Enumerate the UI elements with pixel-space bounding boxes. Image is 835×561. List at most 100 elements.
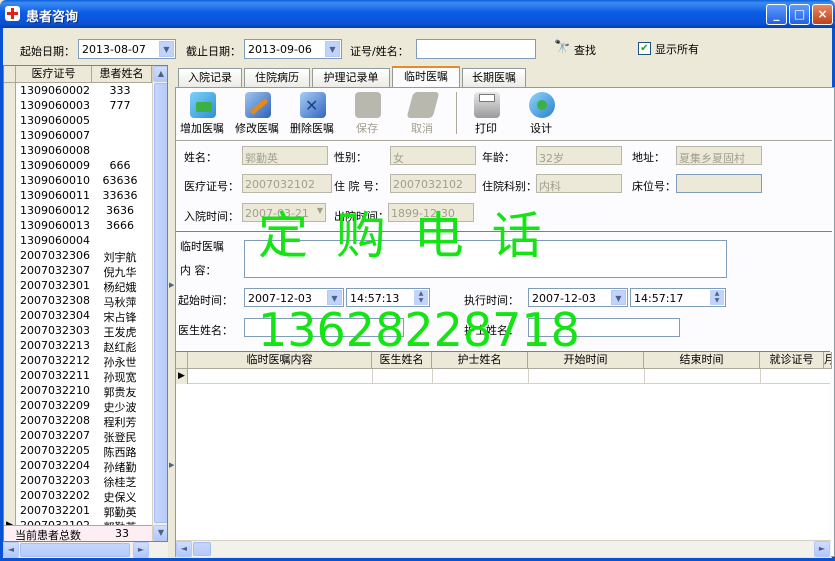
binoculars-icon[interactable]: 🔭 bbox=[554, 40, 570, 55]
exec-time-spinner[interactable]: 14:57:17 ▲ ▼ bbox=[630, 288, 726, 307]
patient-row[interactable]: 2007032308 马秋萍 bbox=[4, 293, 152, 309]
id-name-input[interactable] bbox=[416, 39, 536, 59]
print-button[interactable]: 打印 bbox=[460, 90, 512, 136]
spin-icon[interactable]: ▲ ▼ bbox=[710, 290, 724, 305]
admit-field: 2007-03-21 ▼ bbox=[242, 203, 326, 222]
nurse-input[interactable] bbox=[528, 318, 680, 337]
vertical-scrollbar[interactable]: ▲ ▼ bbox=[152, 66, 167, 541]
exec-date-combo[interactable]: 2007-12-03 ▼ bbox=[528, 288, 628, 307]
start-time-spinner[interactable]: 14:57:13 ▲ ▼ bbox=[346, 288, 430, 307]
patient-row[interactable]: 2007032307 倪九华 bbox=[4, 263, 152, 279]
tab-temporary-orders[interactable]: 临时医嘱 bbox=[392, 66, 460, 88]
tab-long-term-orders[interactable]: 长期医嘱 bbox=[462, 68, 526, 87]
scroll-right-icon[interactable]: ► bbox=[133, 542, 149, 558]
patient-row[interactable]: 1309060012 3636 bbox=[4, 203, 152, 218]
patient-row[interactable]: 1309060013 3666 bbox=[4, 218, 152, 233]
col-order-content[interactable]: 临时医嘱内容 bbox=[188, 352, 372, 369]
start-date-picker[interactable]: 2013-08-07 ▼ bbox=[78, 39, 176, 59]
search-button[interactable]: 查找 bbox=[574, 42, 596, 58]
hscroll-thumb[interactable] bbox=[193, 542, 211, 556]
row-indicator bbox=[4, 488, 16, 503]
left-hscrollbar[interactable]: ◄ ► bbox=[3, 542, 168, 558]
col-end-time[interactable]: 结束时间 bbox=[644, 352, 760, 369]
row-indicator bbox=[4, 143, 16, 158]
patient-row[interactable]: 2007032212 孙永世 bbox=[4, 353, 152, 369]
patient-list[interactable]: 医疗证号 患者姓名 1309060002 333 1309060003 777 1309… bbox=[3, 65, 168, 542]
scroll-thumb[interactable] bbox=[154, 83, 167, 523]
scroll-left-icon[interactable]: ◄ bbox=[3, 542, 19, 558]
patient-row[interactable]: 2007032201 郭勤英 bbox=[4, 503, 152, 519]
chevron-down-icon[interactable]: ▼ bbox=[611, 290, 626, 305]
sex-label: 性别： bbox=[334, 151, 367, 164]
save-button[interactable]: 保存 bbox=[341, 90, 393, 136]
patient-medical-id: 1309060013 bbox=[20, 219, 90, 232]
header-indicator bbox=[4, 66, 16, 83]
patient-row[interactable]: 1309060003 777 bbox=[4, 98, 152, 113]
patient-row[interactable]: 2007032208 程利芳 bbox=[4, 413, 152, 429]
start-date-combo[interactable]: 2007-12-03 ▼ bbox=[244, 288, 344, 307]
col-nurse[interactable]: 护士姓名 bbox=[432, 352, 528, 369]
patient-row[interactable]: 1309060010 63636 bbox=[4, 173, 152, 188]
patient-row[interactable]: 1309060009 666 bbox=[4, 158, 152, 173]
maximize-button[interactable]: □ bbox=[789, 4, 810, 25]
spin-icon[interactable]: ▲ ▼ bbox=[414, 290, 428, 305]
bed-field[interactable] bbox=[676, 174, 762, 193]
scroll-up-icon[interactable]: ▲ bbox=[153, 66, 167, 82]
patient-row[interactable]: 2007032306 刘宇航 bbox=[4, 248, 152, 264]
delete-order-button[interactable]: ✕ 删除医嘱 bbox=[286, 90, 338, 136]
patient-row[interactable]: 1309060005 bbox=[4, 113, 152, 128]
close-button[interactable]: × bbox=[812, 4, 833, 25]
window-title: 患者咨询 bbox=[26, 10, 79, 25]
patient-row[interactable]: 2007032301 杨纪娥 bbox=[4, 278, 152, 294]
show-all-checkbox[interactable]: ✔ bbox=[638, 42, 651, 55]
patient-row[interactable]: 2007032211 孙现宽 bbox=[4, 368, 152, 384]
tab-admission-record[interactable]: 入院记录 bbox=[178, 68, 242, 87]
patient-medical-id: 2007032306 bbox=[20, 249, 90, 262]
patient-row[interactable]: 2007032202 史保义 bbox=[4, 488, 152, 504]
scroll-down-icon[interactable]: ▼ bbox=[153, 525, 167, 541]
patient-medical-id: 1309060009 bbox=[20, 159, 90, 172]
patient-row[interactable]: 2007032210 郭贵友 bbox=[4, 383, 152, 399]
edit-order-button[interactable]: 修改医嘱 bbox=[231, 90, 283, 136]
hscroll-thumb[interactable] bbox=[20, 543, 130, 557]
grid-new-row[interactable]: ▶ bbox=[176, 369, 830, 384]
design-button[interactable]: 设计 bbox=[515, 90, 567, 136]
patient-row[interactable]: 2007032204 孙绪勤 bbox=[4, 458, 152, 474]
orders-grid[interactable]: 临时医嘱内容 医生姓名 护士姓名 开始时间 结束时间 就诊证号 月 ▶ bbox=[176, 351, 832, 539]
patient-row[interactable]: 2007032303 王发虎 bbox=[4, 323, 152, 339]
cancel-button[interactable]: 取消 bbox=[396, 90, 448, 136]
order-content-input[interactable] bbox=[244, 240, 727, 278]
col-start-time[interactable]: 开始时间 bbox=[528, 352, 644, 369]
col-patient-name[interactable]: 患者姓名 bbox=[92, 66, 152, 83]
patient-row[interactable]: 1309060008 bbox=[4, 143, 152, 158]
scroll-left-icon[interactable]: ◄ bbox=[176, 541, 192, 557]
patient-row[interactable]: 1309060002 333 bbox=[4, 83, 152, 98]
patient-row[interactable]: 1309060004 bbox=[4, 233, 152, 248]
patient-row[interactable]: 2007032304 宋占锋 bbox=[4, 308, 152, 324]
grid-hscrollbar[interactable]: ◄ ► bbox=[176, 540, 831, 557]
col-doctor[interactable]: 医生姓名 bbox=[372, 352, 432, 369]
col-medical-id[interactable]: 医疗证号 bbox=[16, 66, 92, 83]
end-date-picker[interactable]: 2013-09-06 ▼ bbox=[244, 39, 342, 59]
splitter[interactable]: ▶ ▶ bbox=[169, 65, 174, 557]
patient-row[interactable]: 1309060011 33636 bbox=[4, 188, 152, 203]
minimize-button[interactable]: _ bbox=[766, 4, 787, 25]
patient-row[interactable]: 2007032209 史少波 bbox=[4, 398, 152, 414]
row-indicator bbox=[4, 158, 16, 173]
patient-row[interactable]: 2007032213 赵红彪 bbox=[4, 338, 152, 354]
add-order-button[interactable]: 增加医嘱 bbox=[176, 90, 228, 136]
patient-row[interactable]: 2007032205 陈西路 bbox=[4, 443, 152, 459]
doctor-input[interactable] bbox=[244, 318, 404, 337]
patient-row[interactable]: 1309060007 bbox=[4, 128, 152, 143]
patient-row[interactable]: 2007032203 徐桂芝 bbox=[4, 473, 152, 489]
patient-row[interactable]: 2007032207 张登民 bbox=[4, 428, 152, 444]
scroll-right-icon[interactable]: ► bbox=[814, 541, 830, 557]
chevron-down-icon[interactable]: ▼ bbox=[159, 41, 174, 57]
col-visit-id[interactable]: 就诊证号 bbox=[760, 352, 824, 369]
row-indicator bbox=[4, 173, 16, 188]
tab-nursing-record[interactable]: 护理记录单 bbox=[312, 68, 390, 87]
col-more[interactable]: 月 bbox=[824, 352, 832, 369]
chevron-down-icon[interactable]: ▼ bbox=[327, 290, 342, 305]
tab-medical-history[interactable]: 住院病历 bbox=[244, 68, 310, 87]
chevron-down-icon[interactable]: ▼ bbox=[325, 41, 340, 57]
